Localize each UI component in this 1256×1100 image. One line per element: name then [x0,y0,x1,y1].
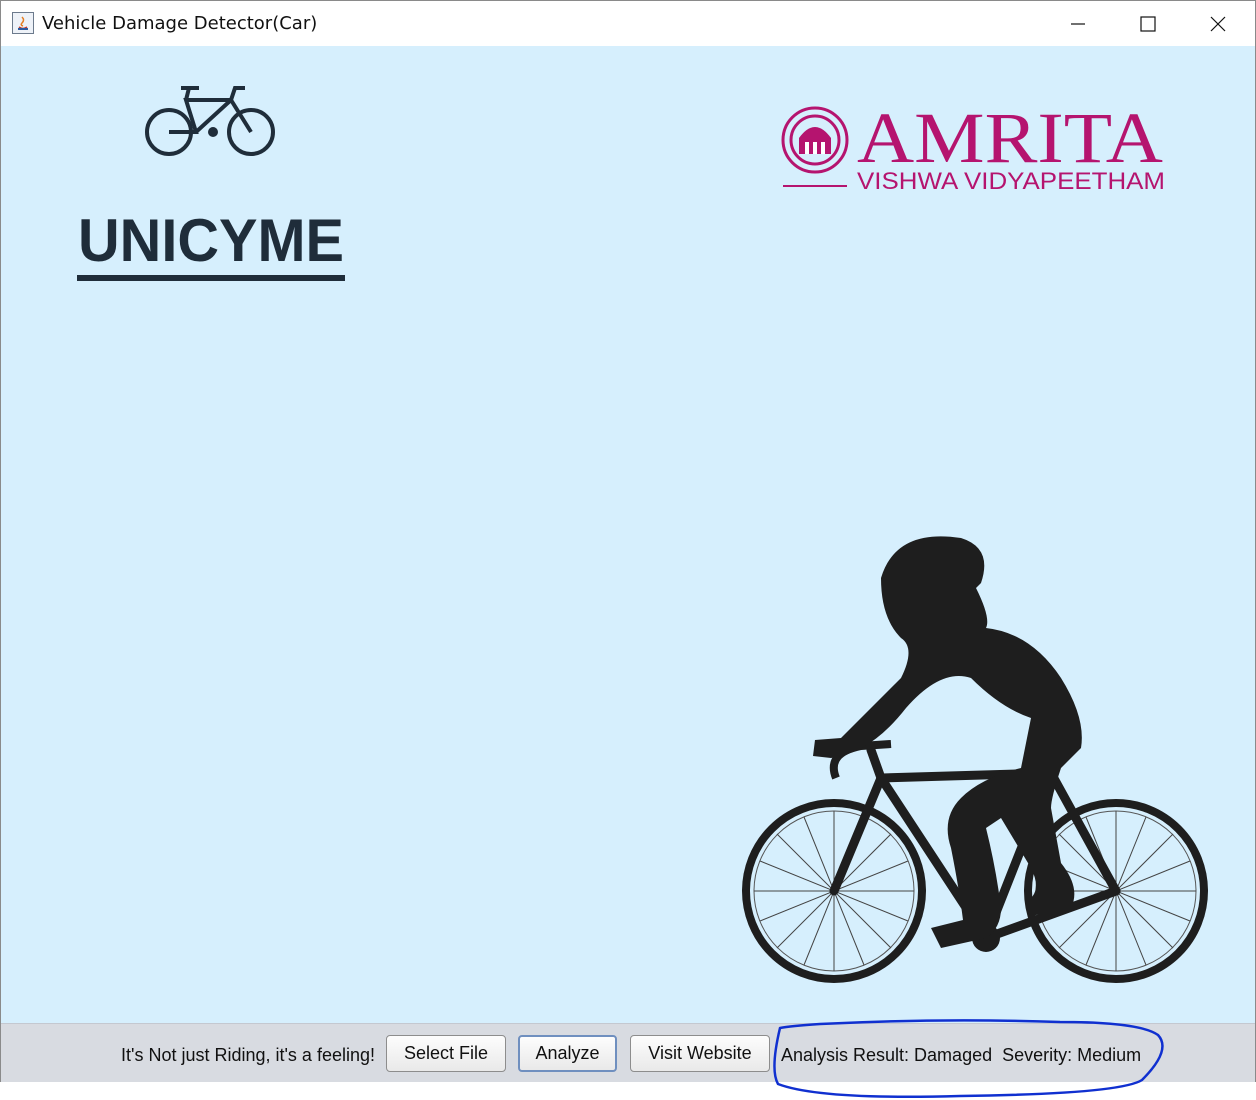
title-bar[interactable]: Vehicle Damage Detector(Car) [1,1,1255,46]
select-file-button[interactable]: Select File [386,1035,506,1072]
app-window: Vehicle Damage Detector(Car) UNICYME AMR… [0,0,1256,1082]
unicyme-underline [77,275,345,281]
close-icon [1210,16,1226,32]
bicycle-icon [145,86,275,156]
window-title: Vehicle Damage Detector(Car) [42,13,318,34]
content-panel: UNICYME AMRITA VISHWA VIDYAPEETHAM [1,46,1255,1023]
tagline-label: It's Not just Riding, it's a feeling! [121,1045,375,1065]
close-button[interactable] [1184,1,1254,46]
maximize-button[interactable] [1114,1,1184,46]
java-app-icon [12,12,34,34]
minimize-icon [1071,23,1085,25]
maximize-icon [1140,16,1156,32]
cyclist-silhouette [742,536,1208,983]
amrita-logo: AMRITA VISHWA VIDYAPEETHAM [857,100,1165,195]
visit-website-button[interactable]: Visit Website [630,1035,770,1072]
minimize-button[interactable] [1044,1,1114,46]
analyze-button[interactable]: Analyze [518,1035,617,1072]
unicyme-wordmark: UNICYME [78,216,344,266]
unicyme-logo: UNICYME [78,216,344,266]
amrita-subtitle: VISHWA VIDYAPEETHAM [857,168,1165,195]
hand-drawn-highlight-circle [773,1019,1164,1099]
amrita-wordmark: AMRITA [857,100,1163,178]
